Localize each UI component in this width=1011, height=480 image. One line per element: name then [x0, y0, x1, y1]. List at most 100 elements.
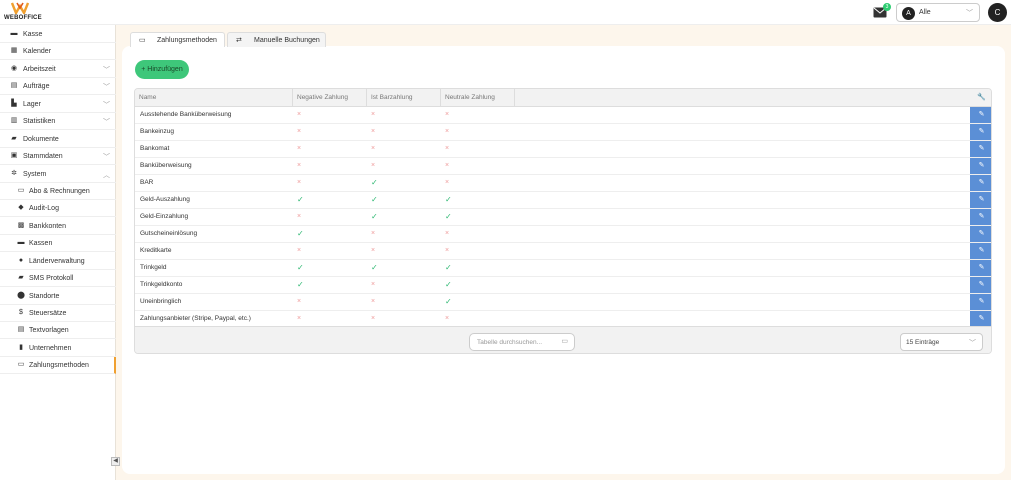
sidebar-item-arbeitszeit[interactable]: ◉ Arbeitszeit ﹀: [0, 61, 116, 78]
cell-name: Geld-Auszahlung: [140, 196, 190, 203]
edit-button[interactable]: ✎: [970, 175, 991, 191]
cell-name: Gutscheineinlösung: [140, 230, 198, 237]
edit-button[interactable]: ✎: [970, 294, 991, 310]
sidebar-subitem-audit-log[interactable]: ◆ Audit-Log: [0, 200, 116, 217]
table-row[interactable]: Bankeinzug × × × ✎: [135, 124, 991, 141]
sidebar-item-stammdaten[interactable]: ▣ Stammdaten ﹀: [0, 148, 116, 165]
check-icon: ✓: [445, 297, 452, 306]
sidebar-subitem-unternehmen[interactable]: ▮ Unternehmen: [0, 340, 116, 357]
edit-button[interactable]: ✎: [970, 107, 991, 123]
sidebar-subitem-standorte[interactable]: ⬤ Standorte: [0, 288, 116, 305]
sidebar-subitem-sms-protokoll[interactable]: ▰ SMS Protokoll: [0, 270, 116, 287]
sidebar-item-label: SMS Protokoll: [29, 275, 74, 282]
dollar-icon: $: [19, 309, 23, 316]
cell-name: Zahlungsanbieter (Stripe, Paypal, etc.): [140, 315, 251, 322]
tab-label: Zahlungsmethoden: [157, 37, 217, 44]
sidebar-item-label: Stammdaten: [23, 153, 63, 160]
logo[interactable]: WEBOFFICE: [4, 2, 44, 24]
cell-name: Geld-Einzahlung: [140, 213, 189, 220]
sidebar-item-label: Textvorlagen: [29, 327, 69, 334]
cell-name: Banküberweisung: [140, 162, 192, 169]
sidebar-subitem-abo-rechnungen[interactable]: ▭ Abo & Rechnungen: [0, 183, 116, 200]
table-row[interactable]: Bankomat × × × ✎: [135, 141, 991, 158]
check-icon: ✓: [445, 280, 452, 289]
cross-icon: ×: [371, 111, 376, 118]
sidebar-item-label: Dokumente: [23, 136, 59, 143]
check-icon: ✓: [297, 280, 304, 289]
sidebar-item-kalender[interactable]: ▦ Kalender: [0, 43, 116, 60]
table-row[interactable]: Uneinbringlich × × ✓ ✎: [135, 294, 991, 311]
sidebar-collapse-button[interactable]: ◀: [111, 457, 120, 466]
table-row[interactable]: Trinkgeldkonto ✓ × ✓ ✎: [135, 277, 991, 294]
cell-name: Bankomat: [140, 145, 170, 152]
edit-button[interactable]: ✎: [970, 141, 991, 157]
payment-icon: ▭: [17, 361, 25, 368]
sidebar-item-label: Länderverwaltung: [29, 258, 85, 265]
sms-icon: ▰: [18, 274, 24, 281]
sidebar: ▬ Kasse ▦ Kalender ◉ Arbeitszeit ﹀ ▤ Auf…: [0, 25, 116, 480]
cross-icon: ×: [445, 230, 450, 237]
page-size-select[interactable]: 15 Einträge ﹀: [900, 333, 983, 351]
sidebar-item-lager[interactable]: ▙ Lager ﹀: [0, 96, 116, 113]
tab-manuelle-buchungen[interactable]: ⇄ Manuelle Buchungen: [227, 32, 326, 47]
brand-name: WEBOFFICE: [4, 15, 42, 21]
sidebar-subitem-textvorlagen[interactable]: ▤ Textvorlagen: [0, 322, 116, 339]
add-button[interactable]: + Hinzufügen: [135, 60, 189, 79]
edit-button[interactable]: ✎: [970, 260, 991, 276]
cross-icon: ×: [371, 145, 376, 152]
profile-avatar[interactable]: C: [988, 3, 1007, 22]
warehouse-icon: ▙: [11, 100, 17, 107]
sidebar-item-kasse[interactable]: ▬ Kasse: [0, 26, 116, 43]
table-search-input[interactable]: Tabelle durchsuchen... ▭: [469, 333, 575, 351]
table-row[interactable]: Geld-Einzahlung × ✓ ✓ ✎: [135, 209, 991, 226]
table-row[interactable]: Kreditkarte × × × ✎: [135, 243, 991, 260]
column-header-cash[interactable]: Ist Barzahlung: [367, 89, 441, 106]
sidebar-item-label: Lager: [23, 101, 41, 108]
tab-zahlungsmethoden[interactable]: ▭ Zahlungsmethoden: [130, 32, 225, 47]
check-icon: ✓: [371, 212, 378, 221]
gears-icon: ✲: [11, 170, 17, 177]
sidebar-item-label: Aufträge: [23, 83, 50, 90]
column-header-name[interactable]: Name: [135, 89, 293, 106]
check-icon: ✓: [297, 195, 304, 204]
table-row[interactable]: Geld-Auszahlung ✓ ✓ ✓ ✎: [135, 192, 991, 209]
edit-button[interactable]: ✎: [970, 243, 991, 259]
sidebar-item-label: Kassen: [29, 240, 53, 247]
edit-button[interactable]: ✎: [970, 226, 991, 242]
cross-icon: ×: [297, 179, 302, 186]
sidebar-item-dokumente[interactable]: ▰ Dokumente: [0, 131, 116, 148]
edit-button[interactable]: ✎: [970, 209, 991, 225]
table-row[interactable]: Gutscheineinlösung ✓ × × ✎: [135, 226, 991, 243]
user-filter-select[interactable]: A Alle ﹀: [896, 3, 980, 22]
sidebar-subitem-zahlungsmethoden[interactable]: ▭ Zahlungsmethoden: [0, 357, 116, 374]
edit-button[interactable]: ✎: [970, 124, 991, 140]
logo-mark-icon: [11, 2, 29, 14]
column-header-neutral[interactable]: Neutrale Zahlung: [441, 89, 515, 106]
table-row[interactable]: Ausstehende Banküberweisung × × × ✎: [135, 107, 991, 124]
table-row[interactable]: Trinkgeld ✓ ✓ ✓ ✎: [135, 260, 991, 277]
sidebar-subitem-steuersaetze[interactable]: $ Steuersätze: [0, 305, 116, 322]
chevron-down-icon: ﹀: [103, 119, 110, 126]
cross-icon: ×: [371, 247, 376, 254]
sidebar-item-label: Arbeitszeit: [23, 66, 56, 73]
sidebar-subitem-laenderverwaltung[interactable]: ● Länderverwaltung: [0, 253, 116, 270]
check-icon: ✓: [371, 195, 378, 204]
edit-button[interactable]: ✎: [970, 192, 991, 208]
column-header-negative[interactable]: Negative Zahlung: [293, 89, 367, 106]
table-row[interactable]: BAR × ✓ × ✎: [135, 175, 991, 192]
sidebar-subitem-bankkonten[interactable]: ▩ Bankkonten: [0, 218, 116, 235]
edit-button[interactable]: ✎: [970, 158, 991, 174]
sidebar-item-label: Statistiken: [23, 118, 56, 125]
wrench-icon[interactable]: 🔧: [970, 89, 991, 106]
edit-button[interactable]: ✎: [970, 311, 991, 327]
sidebar-item-statistiken[interactable]: ▥ Statistiken ﹀: [0, 113, 116, 130]
cross-icon: ×: [297, 315, 302, 322]
sidebar-item-auftraege[interactable]: ▤ Aufträge ﹀: [0, 78, 116, 95]
check-icon: ✓: [445, 263, 452, 272]
sidebar-item-label: Audit-Log: [29, 205, 59, 212]
sidebar-item-system[interactable]: ✲ System ︿: [0, 166, 116, 183]
edit-button[interactable]: ✎: [970, 277, 991, 293]
table-row[interactable]: Banküberweisung × × × ✎: [135, 158, 991, 175]
chart-icon: ▥: [10, 117, 18, 124]
sidebar-subitem-kassen[interactable]: ▬ Kassen: [0, 235, 116, 252]
